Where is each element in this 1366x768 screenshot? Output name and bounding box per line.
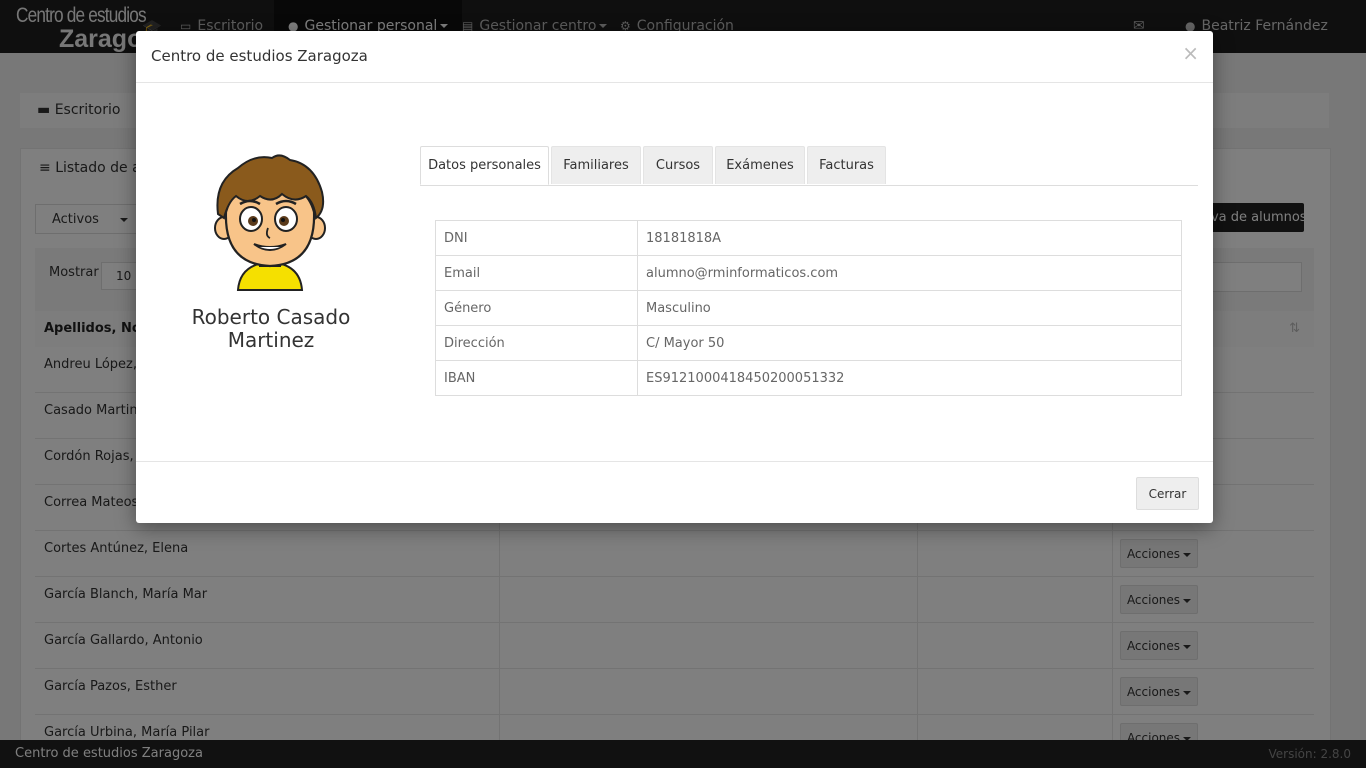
field-label-email: Email [435, 255, 638, 291]
table-row: Dirección C/ Mayor 50 [435, 325, 1182, 361]
field-label-dni: DNI [435, 220, 638, 256]
field-value-genero: Masculino [637, 290, 1182, 326]
field-value-email: alumno@rminformaticos.com [637, 255, 1182, 291]
student-avatar [210, 152, 330, 292]
personal-data-table: DNI 18181818A Email alumno@rminformatico… [435, 220, 1182, 396]
close-icon[interactable]: × [1182, 43, 1199, 63]
student-detail-modal: Centro de estudios Zaragoza × Roberto Ca… [136, 31, 1213, 523]
modal-footer: Cerrar [136, 461, 1213, 524]
field-label-genero: Género [435, 290, 638, 326]
modal-title: Centro de estudios Zaragoza [151, 47, 368, 65]
field-label-iban: IBAN [435, 360, 638, 396]
tab-datos-personales[interactable]: Datos personales [420, 146, 549, 185]
table-row: DNI 18181818A [435, 220, 1182, 256]
detail-tabs: Datos personales Familiares Cursos Exáme… [420, 146, 1198, 186]
table-row: Email alumno@rminformaticos.com [435, 255, 1182, 291]
tab-familiares[interactable]: Familiares [551, 146, 641, 184]
tab-facturas[interactable]: Facturas [807, 146, 886, 184]
tab-cursos[interactable]: Cursos [643, 146, 713, 184]
tab-examenes[interactable]: Exámenes [715, 146, 805, 184]
table-row: IBAN ES9121000418450200051332 [435, 360, 1182, 396]
close-button[interactable]: Cerrar [1136, 477, 1199, 510]
modal-header: Centro de estudios Zaragoza × [136, 31, 1213, 83]
table-row: Género Masculino [435, 290, 1182, 326]
field-value-dni: 18181818A [637, 220, 1182, 256]
field-label-direccion: Dirección [435, 325, 638, 361]
student-name: Roberto Casado Martinez [191, 305, 351, 352]
field-value-iban: ES9121000418450200051332 [637, 360, 1182, 396]
field-value-direccion: C/ Mayor 50 [637, 325, 1182, 361]
